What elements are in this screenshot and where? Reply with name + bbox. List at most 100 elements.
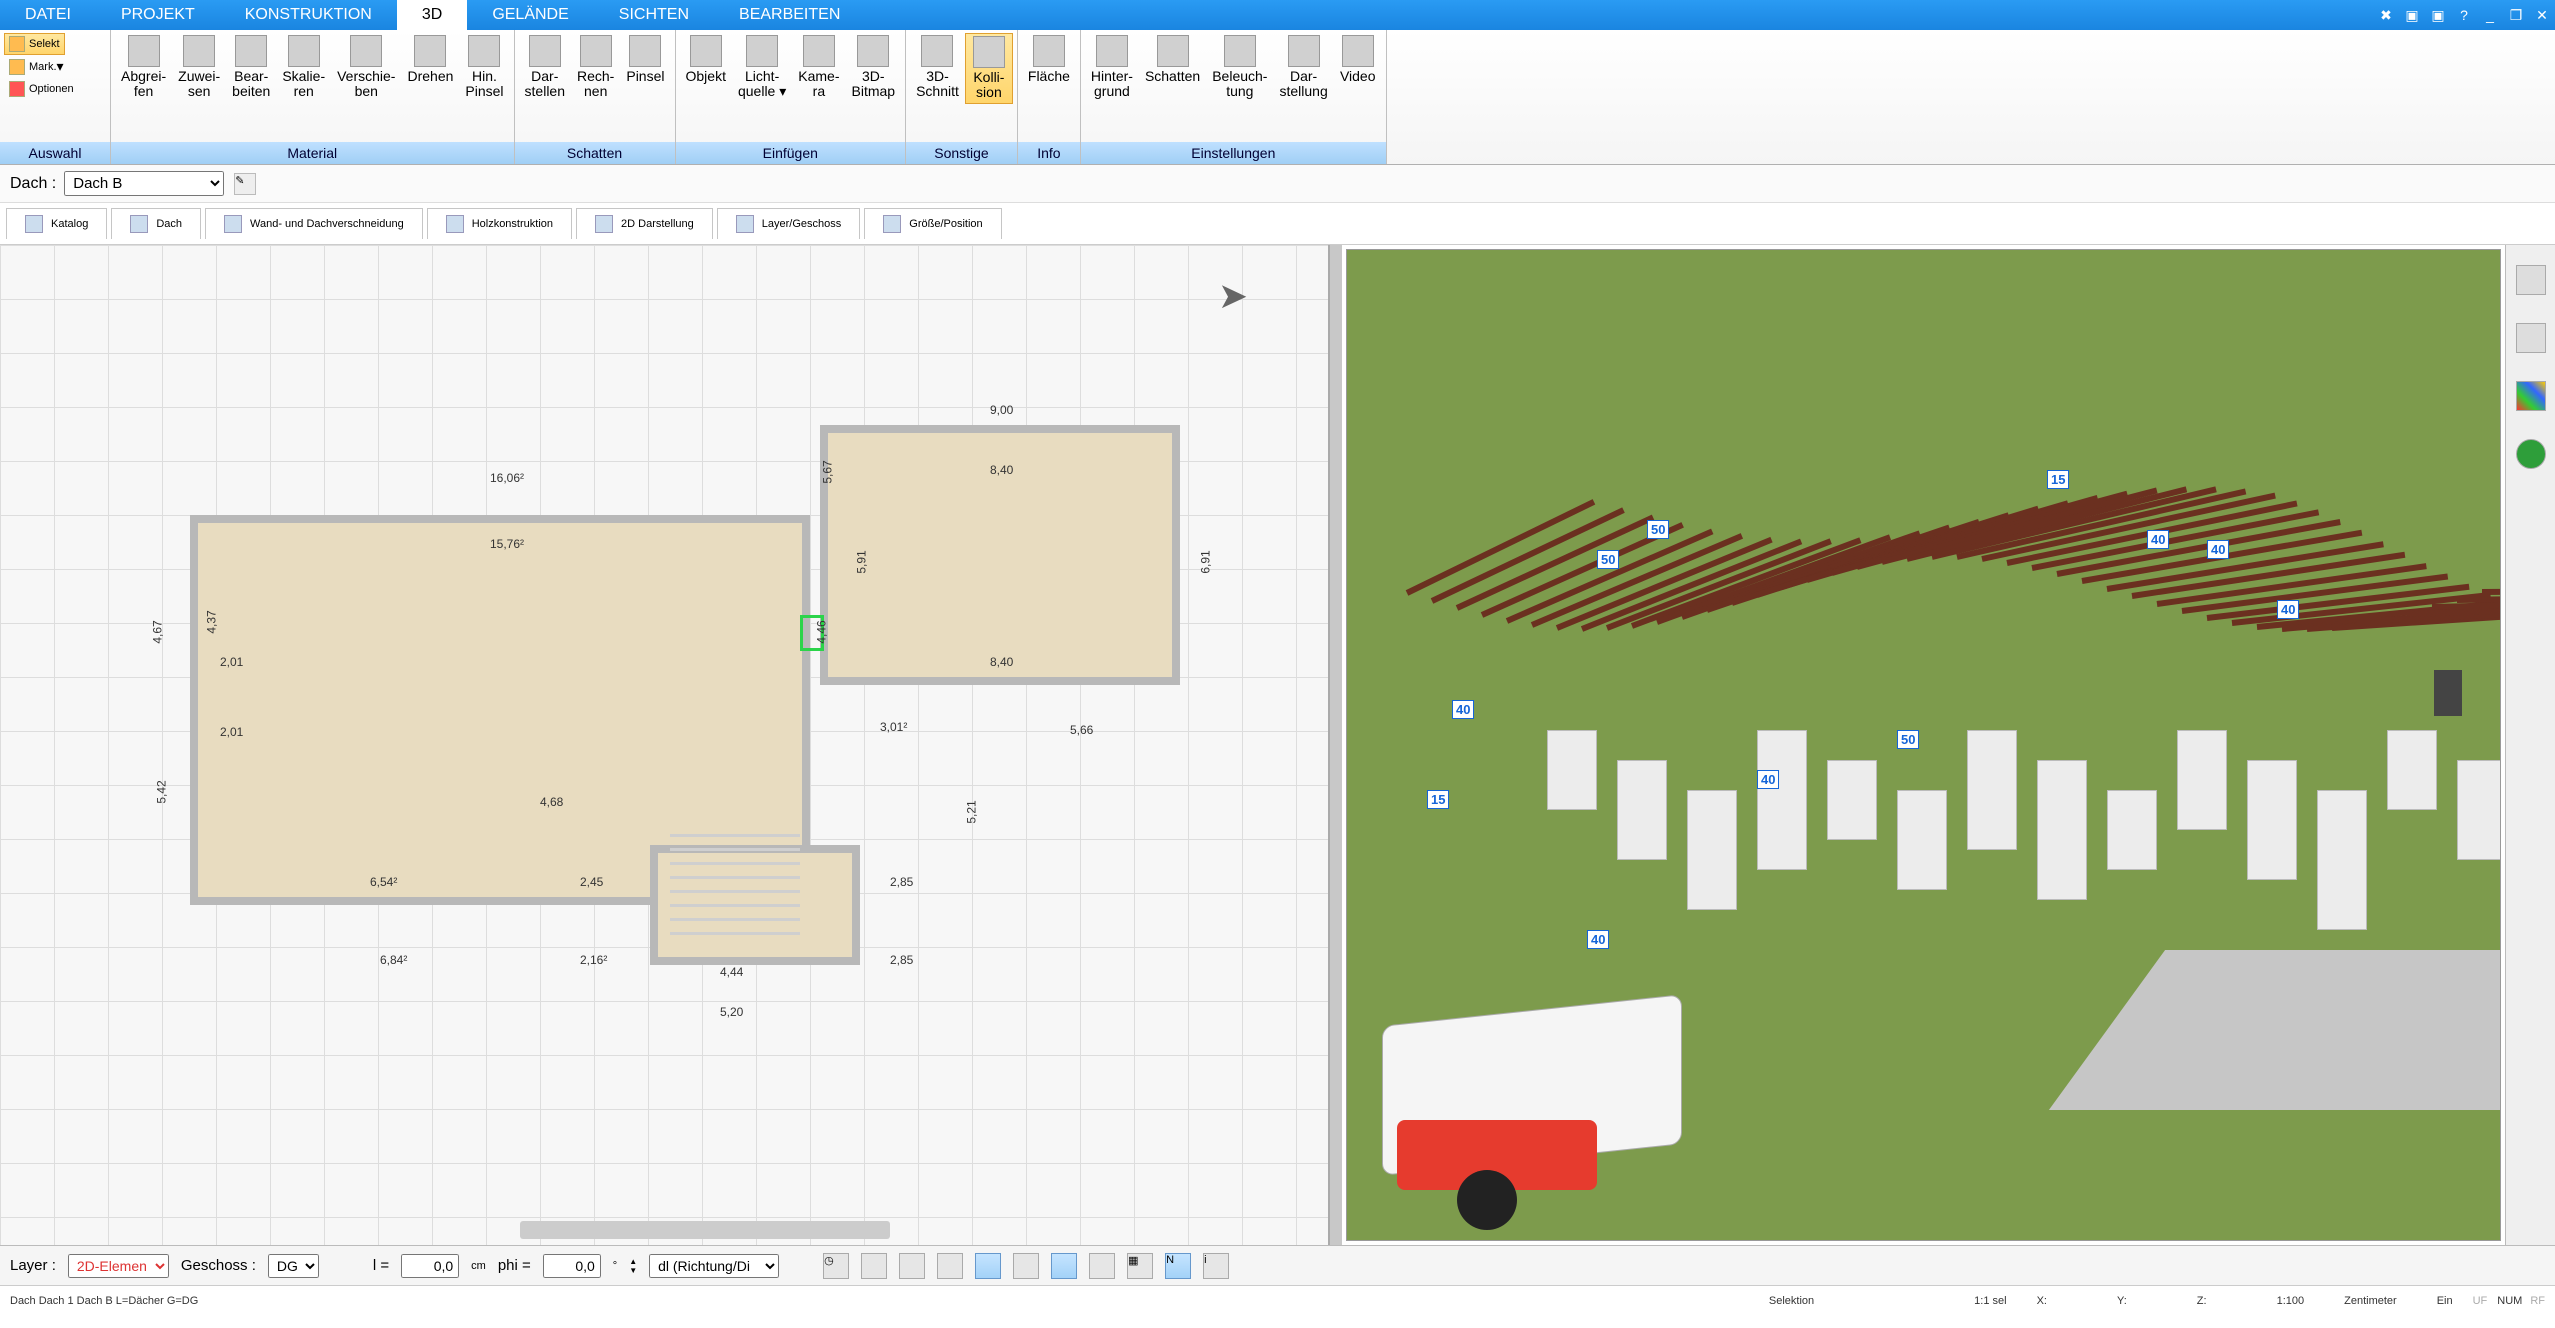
geschoss-select[interactable]: DG <box>268 1254 319 1278</box>
mark-button[interactable]: Mark. ▾ <box>4 55 69 78</box>
tab-label: Dach <box>156 218 182 230</box>
property-tab[interactable]: 2D Darstellung <box>576 208 713 239</box>
north-arrow-icon: ➤ <box>1218 275 1248 317</box>
menu-tab-sichten[interactable]: SICHTEN <box>594 0 714 30</box>
grid-toggle-icon[interactable]: ▦ <box>1127 1253 1153 1279</box>
snap5-icon[interactable] <box>1013 1253 1039 1279</box>
property-tab[interactable]: Größe/Position <box>864 208 1001 239</box>
clock-icon[interactable]: ◷ <box>823 1253 849 1279</box>
ribbon-button[interactable]: Licht-quelle ▾ <box>732 33 792 102</box>
north-toggle-icon[interactable]: N <box>1165 1253 1191 1279</box>
property-tab[interactable]: Layer/Geschoss <box>717 208 860 239</box>
stairs[interactable] <box>670 825 800 935</box>
splitter[interactable] <box>1330 245 1342 1245</box>
edit-icon[interactable]: ✎ <box>234 173 256 195</box>
menu-tab-datei[interactable]: DATEI <box>0 0 96 30</box>
ribbon-button[interactable]: Hin.Pinsel <box>459 33 509 102</box>
measure-badge[interactable]: 40 <box>2277 600 2299 619</box>
restore-icon[interactable]: ❐ <box>2503 0 2529 30</box>
measure-badge[interactable]: 40 <box>1587 930 1609 949</box>
property-tab[interactable]: Katalog <box>6 208 107 239</box>
ribbon-button[interactable]: Kolli-sion <box>965 33 1013 104</box>
measure-badge[interactable]: 50 <box>1647 520 1669 539</box>
dach-select[interactable]: Dach B <box>64 171 224 196</box>
minimize-icon[interactable]: _ <box>2477 0 2503 30</box>
ribbon-button-label: Zuwei- <box>178 69 220 84</box>
menu-tab-konstruktion[interactable]: KONSTRUKTION <box>220 0 397 30</box>
ribbon-button[interactable]: Hinter-grund <box>1085 33 1139 102</box>
ribbon-button-label: Schatten <box>1145 69 1200 84</box>
tool-icon <box>921 35 953 67</box>
ribbon-button[interactable]: Dar-stellung <box>1273 33 1333 102</box>
property-tab[interactable]: Dach <box>111 208 201 239</box>
info-toggle-icon[interactable]: i <box>1203 1253 1229 1279</box>
tool-icon <box>468 35 500 67</box>
menu-tab-3d[interactable]: 3D <box>397 0 467 30</box>
ribbon-button[interactable]: 3D-Bitmap <box>846 33 902 102</box>
snap4-icon[interactable] <box>975 1253 1001 1279</box>
furniture-icon[interactable] <box>2516 323 2546 353</box>
view-3d[interactable]: 50 50 40 40 40 15 15 50 40 40 40 <box>1346 249 2501 1241</box>
ribbon-button[interactable]: Dar-stellen <box>519 33 571 102</box>
bottom-bar: Layer : 2D-Elemen Geschoss : DG l = cm p… <box>0 1245 2555 1285</box>
measure-badge[interactable]: 15 <box>2047 470 2069 489</box>
measure-badge[interactable]: 15 <box>1427 790 1449 809</box>
ribbon-button[interactable]: Kame-ra <box>792 33 845 102</box>
measure-badge[interactable]: 50 <box>1897 730 1919 749</box>
ribbon-button-label: Kolli- <box>973 70 1004 85</box>
snap6-icon[interactable] <box>1051 1253 1077 1279</box>
help-icon[interactable]: ? <box>2451 0 2477 30</box>
ribbon-button[interactable]: Bear-beiten <box>226 33 276 102</box>
selekt-button[interactable]: Selekt <box>4 33 65 55</box>
measure-badge[interactable]: 40 <box>1452 700 1474 719</box>
snap1-icon[interactable] <box>861 1253 887 1279</box>
measure-badge[interactable]: 40 <box>2147 530 2169 549</box>
tool-icon[interactable]: ▣ <box>2425 0 2451 30</box>
ribbon-button[interactable]: Drehen <box>401 33 459 86</box>
optionen-button[interactable]: Optionen <box>4 78 79 100</box>
tool-icon[interactable]: ▣ <box>2399 0 2425 30</box>
ribbon-button[interactable]: Fläche <box>1022 33 1076 86</box>
property-tab[interactable]: Holzkonstruktion <box>427 208 572 239</box>
snap2-icon[interactable] <box>899 1253 925 1279</box>
ribbon-button[interactable]: Zuwei-sen <box>172 33 226 102</box>
dl-select[interactable]: dl (Richtung/Di <box>649 1254 779 1278</box>
phi-input[interactable] <box>543 1254 601 1278</box>
layer-select[interactable]: 2D-Elemen <box>68 1254 169 1278</box>
ribbon-button[interactable]: Pinsel <box>620 33 670 86</box>
ribbon-button[interactable]: Objekt <box>680 33 732 86</box>
property-tab[interactable]: Wand- und Dachverschneidung <box>205 208 423 239</box>
layers-icon[interactable] <box>2516 265 2546 295</box>
measure-badge[interactable]: 40 <box>1757 770 1779 789</box>
ribbon-button[interactable]: Skalie-ren <box>276 33 331 102</box>
status-selection: Selektion <box>1769 1295 1814 1307</box>
snap3-icon[interactable] <box>937 1253 963 1279</box>
tool-icon[interactable]: ✖ <box>2373 0 2399 30</box>
tool-icon <box>1224 35 1256 67</box>
measure-badge[interactable]: 40 <box>2207 540 2229 559</box>
dimension: 8,40 <box>990 463 1013 477</box>
ribbon-button[interactable]: Schatten <box>1139 33 1206 86</box>
ribbon-button[interactable]: Rech-nen <box>571 33 620 102</box>
view-2d[interactable]: ➤ 16,06² 9,00 8,40 8,40 15,76² 2,01 2,01… <box>0 245 1330 1245</box>
menu-tab-gelaende[interactable]: GELÄNDE <box>467 0 593 30</box>
measure-badge[interactable]: 50 <box>1597 550 1619 569</box>
side-handle[interactable] <box>2434 670 2462 716</box>
ribbon-button[interactable]: Beleuch-tung <box>1206 33 1273 102</box>
close-icon[interactable]: ✕ <box>2529 0 2555 30</box>
materials-icon[interactable] <box>2516 381 2546 411</box>
ribbon-button[interactable]: Abgrei-fen <box>115 33 172 102</box>
tool-icon <box>1033 35 1065 67</box>
tree-icon[interactable] <box>2516 439 2546 469</box>
wall-segment <box>1967 730 2017 850</box>
menu-tab-projekt[interactable]: PROJEKT <box>96 0 220 30</box>
scrollbar-horizontal[interactable] <box>520 1221 890 1239</box>
menu-tab-bearbeiten[interactable]: BEARBEITEN <box>714 0 865 30</box>
dimension: 2,85 <box>890 875 913 889</box>
ribbon-button[interactable]: Video <box>1334 33 1382 86</box>
ribbon-button[interactable]: 3D-Schnitt <box>910 33 965 102</box>
snap7-icon[interactable] <box>1089 1253 1115 1279</box>
ribbon-button[interactable]: Verschie-ben <box>331 33 401 102</box>
l-input[interactable] <box>401 1254 459 1278</box>
tool-icon <box>414 35 446 67</box>
